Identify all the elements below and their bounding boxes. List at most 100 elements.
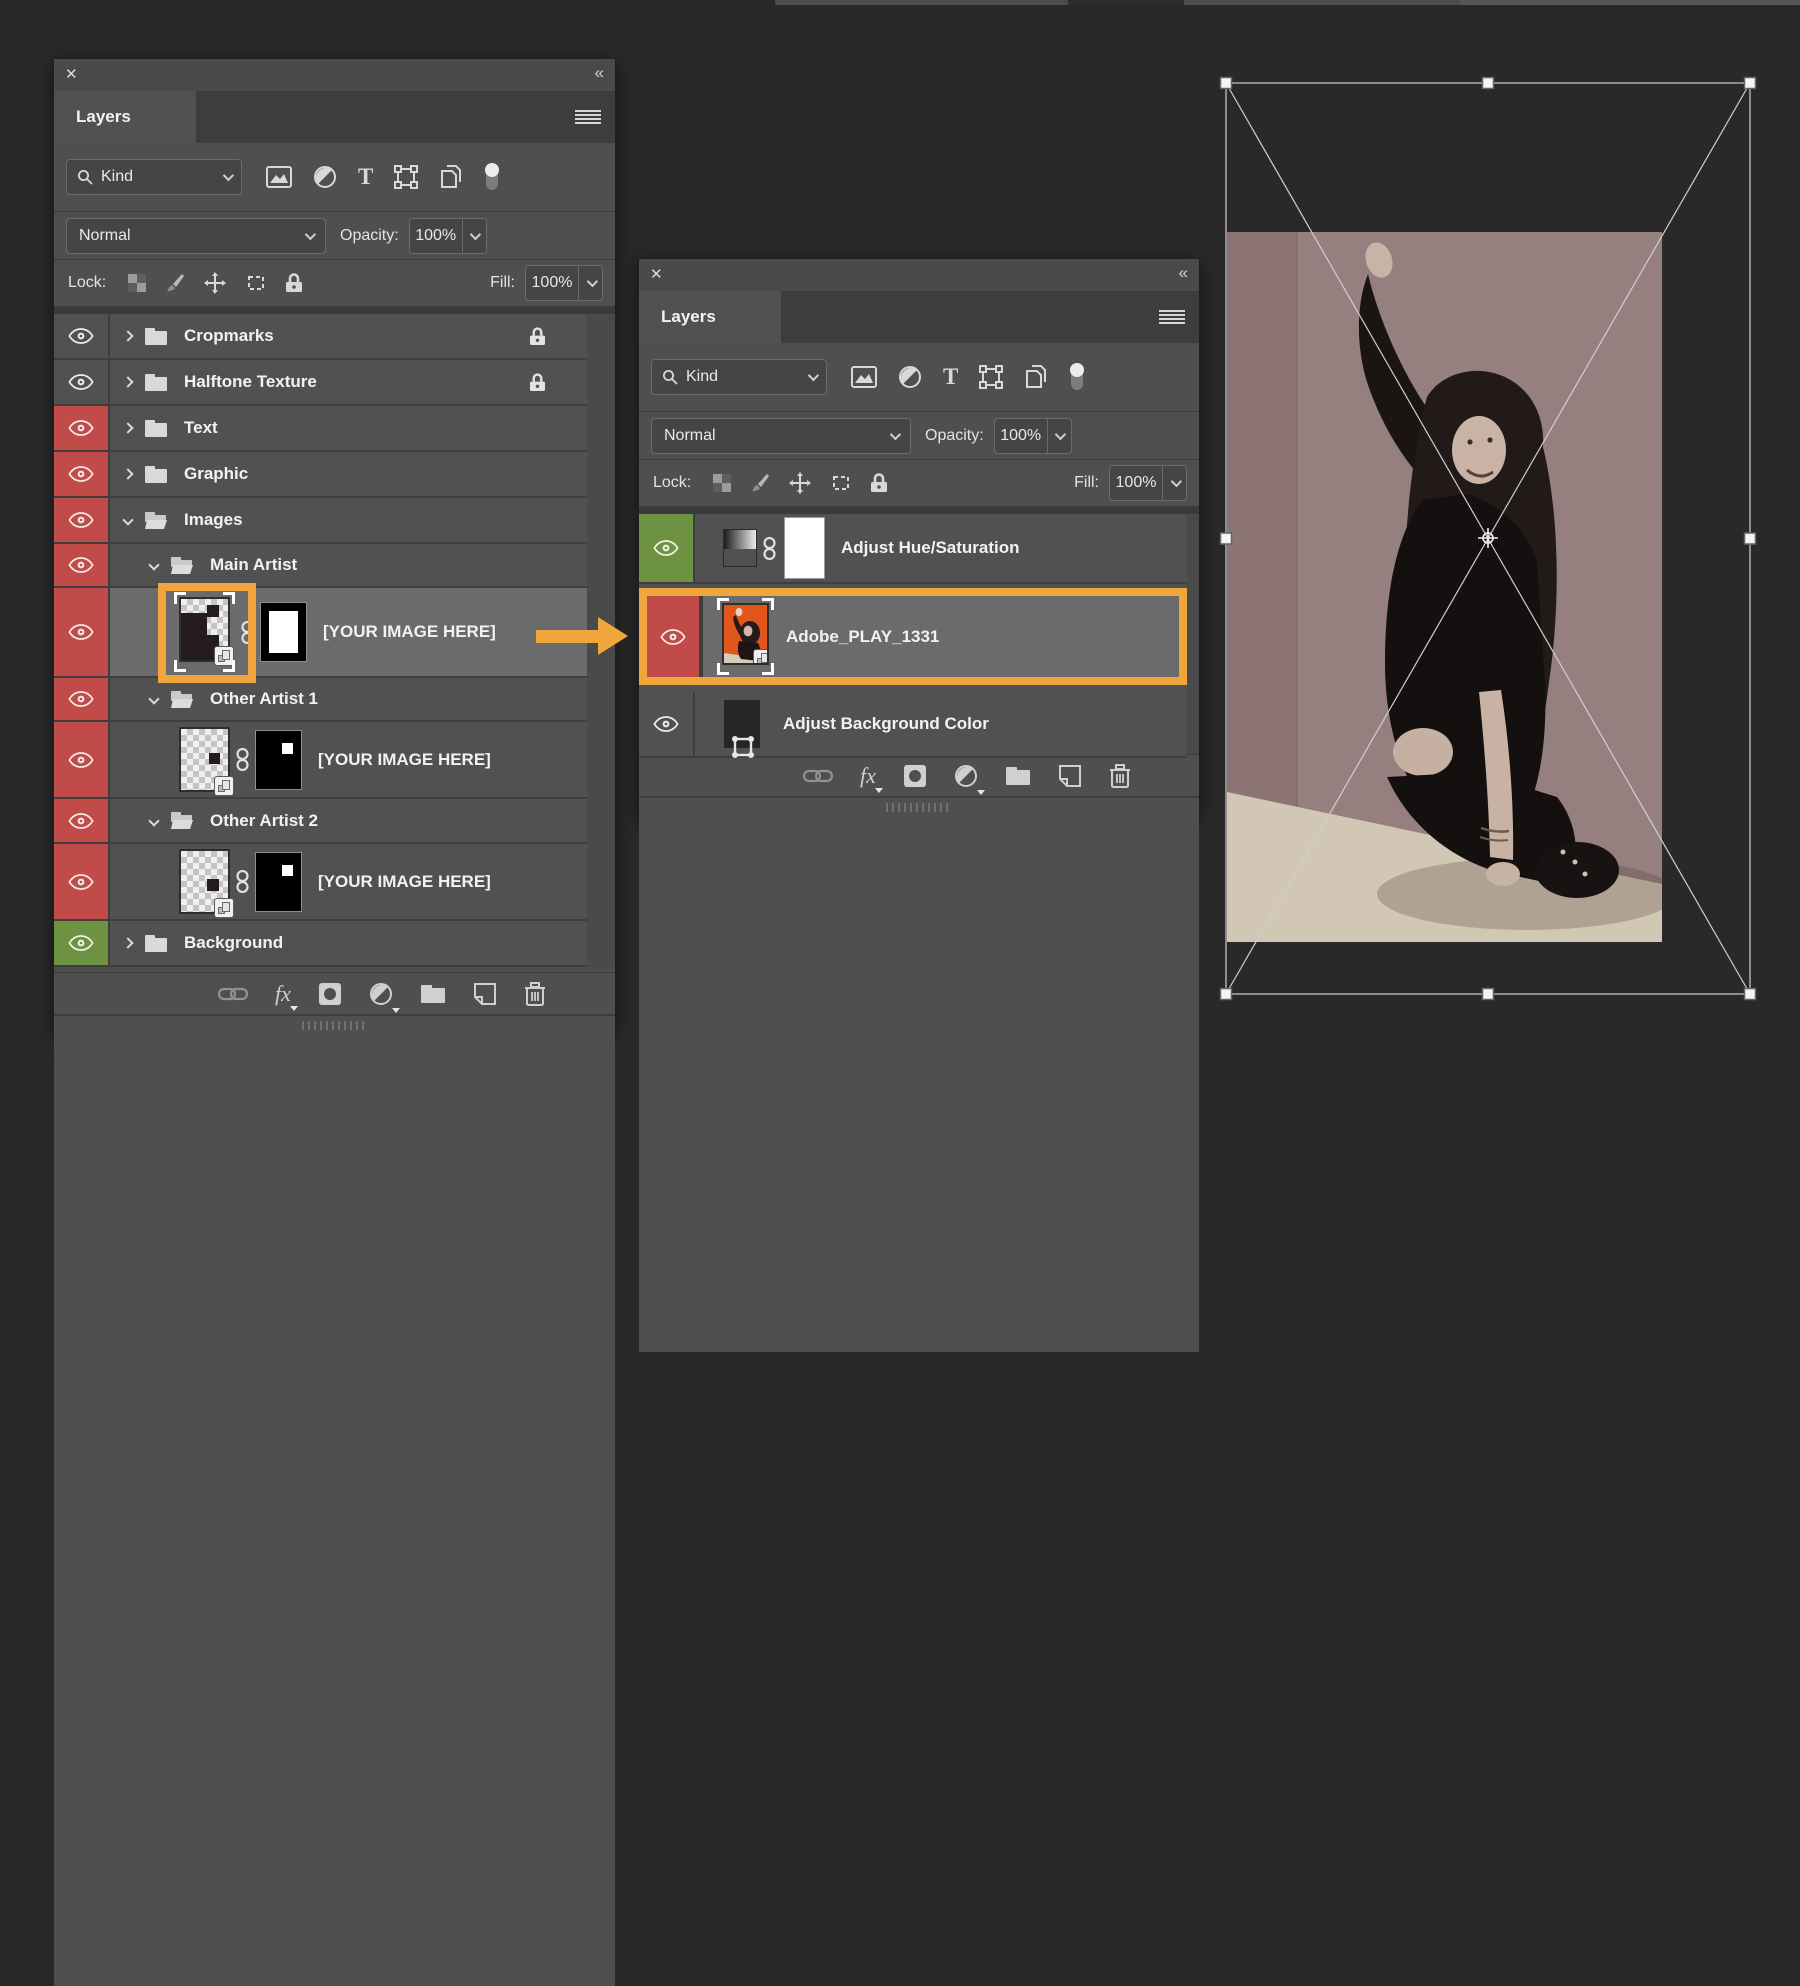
opacity-field[interactable]: 100% (409, 218, 487, 254)
layer-thumbnail[interactable] (722, 603, 769, 665)
opacity-field[interactable]: 100% (994, 418, 1072, 454)
link-layers-button[interactable] (803, 769, 833, 783)
visibility-eye-toggle[interactable] (54, 406, 110, 450)
link-mask-icon[interactable] (763, 537, 776, 560)
lock-artboard-icon[interactable] (830, 473, 852, 493)
link-mask-icon[interactable] (241, 621, 254, 644)
add-layer-mask-button[interactable] (318, 982, 342, 1006)
visibility-eye-toggle[interactable] (54, 360, 110, 404)
expand-chevron-icon[interactable] (122, 422, 133, 433)
expand-chevron-icon[interactable] (122, 468, 133, 479)
close-icon[interactable]: ✕ (650, 265, 663, 283)
visibility-eye-toggle[interactable] (54, 844, 110, 919)
filter-type-layers-icon[interactable]: T (358, 164, 373, 190)
layer-row-text[interactable]: Text (54, 406, 587, 452)
expand-chevron-icon[interactable] (122, 330, 133, 341)
visibility-eye-toggle[interactable] (54, 314, 110, 358)
tab-layers[interactable]: Layers (54, 91, 196, 143)
layer-row-main-artist[interactable]: Main Artist (54, 544, 587, 588)
panel-resize-grip[interactable] (639, 796, 1199, 1352)
lock-transparency-icon[interactable] (128, 274, 146, 292)
collapse-chevron-icon[interactable] (148, 559, 159, 570)
layer-row-images[interactable]: Images (54, 498, 587, 544)
tab-layers[interactable]: Layers (639, 291, 781, 343)
layer-row-your-image-here-3[interactable]: [YOUR IMAGE HERE] (54, 844, 587, 921)
lock-position-move-icon[interactable] (789, 472, 811, 494)
fill-field[interactable]: 100% (525, 265, 603, 301)
panel-menu-icon[interactable] (1159, 310, 1185, 324)
visibility-eye-toggle[interactable] (54, 921, 110, 965)
visibility-eye-toggle[interactable] (54, 544, 110, 586)
hue-saturation-thumbnail[interactable] (723, 529, 757, 567)
filter-type-layers-icon[interactable]: T (943, 364, 958, 390)
layer-row-other-artist-2[interactable]: Other Artist 2 (54, 799, 587, 844)
lock-position-move-icon[interactable] (204, 272, 226, 294)
layer-mask-thumbnail[interactable] (255, 730, 302, 790)
visibility-eye-toggle[interactable] (639, 514, 695, 582)
visibility-eye-toggle[interactable] (54, 498, 110, 542)
link-layers-button[interactable] (218, 987, 248, 1001)
expand-chevron-icon[interactable] (122, 937, 133, 948)
filter-pixel-layers-icon[interactable] (851, 366, 877, 388)
layer-mask-thumbnail[interactable] (784, 517, 825, 579)
visibility-eye-toggle[interactable] (639, 692, 695, 756)
collapse-panel-icon[interactable]: « (1179, 263, 1187, 283)
new-adjustment-layer-button[interactable] (954, 764, 978, 788)
link-mask-icon[interactable] (236, 870, 249, 893)
collapse-chevron-icon[interactable] (148, 815, 159, 826)
panel-menu-icon[interactable] (575, 110, 601, 124)
lock-transparency-icon[interactable] (713, 474, 731, 492)
visibility-eye-toggle[interactable] (647, 596, 701, 677)
filter-toggle-icon[interactable] (1069, 362, 1085, 392)
lock-artboard-icon[interactable] (245, 273, 267, 293)
lock-all-icon[interactable] (871, 473, 887, 493)
filter-adjustment-layers-icon[interactable] (313, 165, 337, 189)
layer-row-background[interactable]: Background (54, 921, 587, 967)
document-photo[interactable] (1227, 232, 1662, 942)
add-layer-mask-button[interactable] (903, 764, 927, 788)
filter-toggle-icon[interactable] (484, 162, 500, 192)
new-group-folder-button[interactable] (1005, 766, 1031, 786)
layer-thumbnail[interactable] (179, 597, 230, 662)
blend-mode-dropdown[interactable]: Normal (651, 418, 911, 454)
layer-row-adjust-hue-saturation[interactable]: Adjust Hue/Saturation (639, 514, 1187, 584)
kind-filter-dropdown[interactable]: Kind (66, 159, 242, 195)
visibility-eye-toggle[interactable] (54, 452, 110, 496)
filter-shape-layers-icon[interactable] (394, 165, 418, 189)
filter-smart-objects-icon[interactable] (1024, 364, 1048, 390)
new-group-folder-button[interactable] (420, 984, 446, 1004)
expand-chevron-icon[interactable] (122, 376, 133, 387)
fill-layer-thumbnail[interactable] (723, 699, 761, 749)
layer-row-halftone-texture[interactable]: Halftone Texture (54, 360, 587, 406)
layer-thumbnail[interactable] (179, 727, 230, 792)
new-layer-button[interactable] (1058, 764, 1082, 788)
kind-filter-dropdown[interactable]: Kind (651, 359, 827, 395)
new-adjustment-layer-button[interactable] (369, 982, 393, 1006)
layer-mask-thumbnail[interactable] (260, 602, 307, 662)
layer-row-your-image-here-2[interactable]: [YOUR IMAGE HERE] (54, 722, 587, 799)
delete-layer-trash-button[interactable] (1109, 764, 1131, 788)
lock-paint-brush-icon[interactable] (750, 473, 770, 493)
panel-resize-grip[interactable] (54, 1014, 615, 1986)
filter-adjustment-layers-icon[interactable] (898, 365, 922, 389)
fill-field[interactable]: 100% (1109, 465, 1187, 501)
visibility-eye-toggle[interactable] (54, 678, 110, 720)
layer-row-cropmarks[interactable]: Cropmarks (54, 314, 587, 360)
collapse-panel-icon[interactable]: « (595, 63, 603, 83)
visibility-eye-toggle[interactable] (54, 588, 110, 676)
lock-paint-brush-icon[interactable] (165, 273, 185, 293)
layer-mask-thumbnail[interactable] (255, 852, 302, 912)
visibility-eye-toggle[interactable] (54, 799, 110, 842)
filter-shape-layers-icon[interactable] (979, 365, 1003, 389)
layer-style-fx-button[interactable]: fx (275, 984, 291, 1004)
layer-row-other-artist-1[interactable]: Other Artist 1 (54, 678, 587, 722)
delete-layer-trash-button[interactable] (524, 982, 546, 1006)
collapse-chevron-icon[interactable] (148, 693, 159, 704)
smart-object-thumbnail-frame[interactable] (174, 592, 235, 672)
visibility-eye-toggle[interactable] (54, 722, 110, 797)
layer-row-graphic[interactable]: Graphic (54, 452, 587, 498)
filter-smart-objects-icon[interactable] (439, 164, 463, 190)
smart-object-thumbnail-frame[interactable] (717, 598, 774, 675)
layer-style-fx-button[interactable]: fx (860, 766, 876, 786)
layer-thumbnail[interactable] (179, 849, 230, 914)
